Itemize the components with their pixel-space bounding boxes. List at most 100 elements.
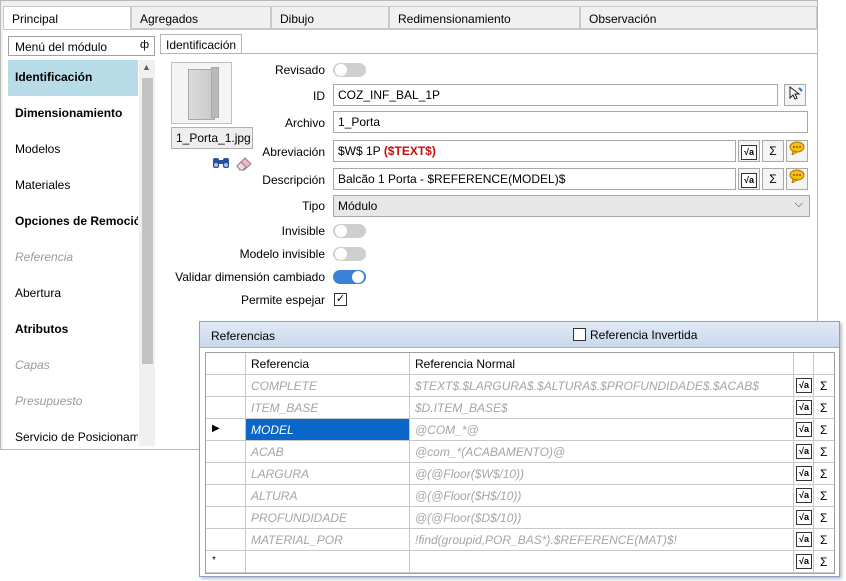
formula-cell[interactable]: √a [794, 463, 814, 485]
reference-name-cell[interactable]: COMPLETE [246, 375, 410, 397]
scroll-thumb[interactable] [142, 78, 153, 364]
row-selector[interactable] [206, 529, 246, 551]
formula-cell[interactable]: √a [794, 485, 814, 507]
sidebar-item-referencia[interactable]: Referencia [8, 240, 138, 276]
sidebar-item-presupuesto[interactable]: Presupuesto [8, 384, 138, 420]
sidebar-item-dimensionamiento[interactable]: Dimensionamiento [8, 96, 138, 132]
sidebar-item-capas[interactable]: Capas [8, 348, 138, 384]
abreviacion-sqrt-button[interactable]: √a [738, 140, 760, 162]
scroll-up-icon[interactable]: ▲ [142, 62, 151, 72]
sigma-icon[interactable]: Σ [814, 441, 834, 463]
reference-inverted-checkbox[interactable] [573, 328, 586, 341]
sigma-icon[interactable]: Σ [814, 551, 834, 573]
row-selector[interactable] [206, 441, 246, 463]
reference-name-cell[interactable]: ACAB [246, 441, 410, 463]
binoculars-icon[interactable] [211, 155, 231, 175]
validar-toggle[interactable] [333, 270, 366, 284]
reference-normal-cell[interactable]: $TEXT$.$LARGURA$.$ALTURA$.$PROFUNDIDADE$… [410, 375, 794, 397]
column-header-sum [814, 353, 834, 375]
permite-espejar-checkbox[interactable]: ✓ [334, 293, 347, 306]
reference-normal-cell[interactable]: @(@Floor($W$/10)) [410, 463, 794, 485]
reference-normal-cell[interactable]: @(@Floor($D$/10)) [410, 507, 794, 529]
column-header-referencia-normal[interactable]: Referencia Normal [410, 353, 794, 375]
formula-cell[interactable]: √a [794, 507, 814, 529]
row-selector[interactable] [206, 397, 246, 419]
reference-normal-cell[interactable]: $D.ITEM_BASE$ [410, 397, 794, 419]
references-header: Referencias Referencia Invertida [200, 322, 839, 348]
sigma-icon[interactable]: Σ [814, 463, 834, 485]
abreviacion-comment-button[interactable] [786, 140, 808, 162]
reference-normal-cell[interactable]: @(@Floor($H$/10)) [410, 485, 794, 507]
sidebar-item-identificacion[interactable]: Identificación [8, 60, 138, 96]
sigma-icon[interactable]: Σ [814, 485, 834, 507]
tab-redimensionamiento[interactable]: Redimensionamiento [389, 6, 580, 29]
reference-name-cell[interactable]: PROFUNDIDADE [246, 507, 410, 529]
sqrt-icon: √a [796, 532, 812, 547]
validar-label: Validar dimensión cambiado [175, 270, 325, 284]
reference-name-cell[interactable] [246, 551, 410, 573]
formula-cell[interactable]: √a [794, 419, 814, 441]
reference-normal-cell[interactable]: @COM_*@ [410, 419, 794, 441]
sidebar-item-atributos[interactable]: Atributos [8, 312, 138, 348]
revisado-toggle[interactable] [333, 63, 366, 77]
row-selector[interactable] [206, 485, 246, 507]
formula-cell[interactable]: √a [794, 397, 814, 419]
row-selector[interactable] [206, 375, 246, 397]
reference-name-cell[interactable]: MATERIAL_POR [246, 529, 410, 551]
reference-normal-cell[interactable]: @com_*(ACABAMENTO)@ [410, 441, 794, 463]
sidebar-item-opciones-remocion[interactable]: Opciones de Remoción [8, 204, 138, 240]
id-field[interactable]: COZ_INF_BAL_1P [333, 84, 778, 106]
invisible-toggle[interactable] [333, 224, 366, 238]
column-header-referencia[interactable]: Referencia [246, 353, 410, 375]
formula-cell[interactable]: √a [794, 529, 814, 551]
descripcion-field[interactable]: Balcão 1 Porta - $REFERENCE(MODEL)$ [333, 168, 736, 190]
archivo-field[interactable]: 1_Porta [333, 111, 808, 133]
row-selector[interactable] [206, 507, 246, 529]
formula-cell[interactable]: √a [794, 375, 814, 397]
pin-icon[interactable]: ф [140, 39, 149, 51]
sigma-icon[interactable]: Σ [814, 529, 834, 551]
new-row-marker[interactable]: * [206, 551, 246, 573]
tab-identificacion[interactable]: Identificación [160, 34, 243, 54]
sidebar-item-abertura[interactable]: Abertura [8, 276, 138, 312]
sigma-icon[interactable]: Σ [814, 397, 834, 419]
invisible-label: Invisible [281, 224, 325, 238]
tab-observacion[interactable]: Observación [580, 6, 817, 29]
modelo-invisible-toggle[interactable] [333, 247, 366, 261]
row-selector[interactable]: ▶ [206, 419, 246, 441]
reference-name-cell[interactable]: MODEL [246, 419, 410, 441]
sidebar-item-materiales[interactable]: Materiales [8, 168, 138, 204]
sqrt-icon: √a [796, 400, 812, 415]
sigma-icon[interactable]: Σ [814, 375, 834, 397]
tab-dibujo[interactable]: Dibujo [271, 6, 389, 29]
sqrt-icon: √a [796, 488, 812, 503]
modelo-invisible-label: Modelo invisible [239, 247, 325, 261]
tab-principal[interactable]: Principal [3, 6, 131, 30]
tipo-select[interactable]: Módulo ⌵ [333, 195, 810, 217]
formula-cell[interactable]: √a [794, 551, 814, 573]
module-preview-image[interactable] [171, 62, 232, 124]
sigma-icon[interactable]: Σ [814, 507, 834, 529]
abreviacion-value-text: $W$ 1P [338, 144, 384, 158]
abreviacion-sigma-button[interactable]: Σ [762, 140, 784, 162]
sidebar-item-servicio-posicionamiento[interactable]: Servicio de Posicionamie [8, 420, 138, 446]
descripcion-sigma-button[interactable]: Σ [762, 168, 784, 190]
row-selector[interactable] [206, 463, 246, 485]
descripcion-sqrt-button[interactable]: √a [738, 168, 760, 190]
reference-normal-cell[interactable]: !find(groupid,POR_BAS*).$REFERENCE(MAT)$… [410, 529, 794, 551]
reference-name-cell[interactable]: ALTURA [246, 485, 410, 507]
reference-normal-cell[interactable] [410, 551, 794, 573]
sigma-icon[interactable]: Σ [814, 419, 834, 441]
sidebar-item-modelos[interactable]: Modelos [8, 132, 138, 168]
descripcion-comment-button[interactable] [786, 168, 808, 190]
speech-bubble-icon [789, 141, 805, 157]
reference-inverted-option[interactable]: Referencia Invertida [573, 328, 697, 342]
reference-name-cell[interactable]: ITEM_BASE [246, 397, 410, 419]
tab-agregados[interactable]: Agregados [131, 6, 271, 29]
abreviacion-field[interactable]: $W$ 1P ($TEXT$) [333, 140, 736, 162]
sidebar-scrollbar[interactable]: ▲ [139, 60, 155, 446]
reference-name-cell[interactable]: LARGURA [246, 463, 410, 485]
sqrt-icon: √a [796, 554, 812, 569]
id-picker-button[interactable] [784, 84, 806, 106]
formula-cell[interactable]: √a [794, 441, 814, 463]
